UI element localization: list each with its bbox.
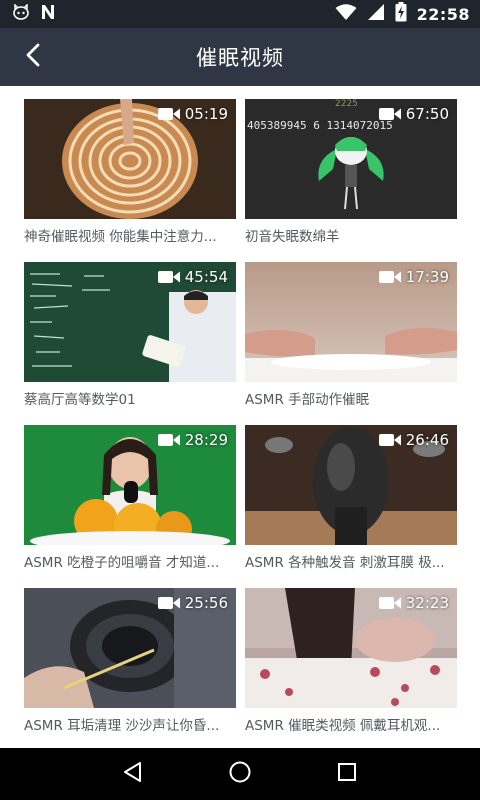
video-title: ASMR 手部动作催眠	[245, 392, 370, 408]
video-title: 初音失眠数绵羊	[245, 229, 340, 245]
wifi-icon	[335, 3, 357, 25]
duration-text: 26:46	[405, 431, 449, 449]
duration-text: 45:54	[184, 268, 228, 286]
chevron-left-icon	[24, 43, 42, 71]
back-button[interactable]	[14, 38, 52, 76]
duration-text: 05:19	[184, 105, 228, 123]
video-card[interactable]: 28:29 ASMR 吃橙子的咀嚼音 才知道...	[24, 425, 236, 585]
duration-badge: 17:39	[378, 268, 449, 286]
duration-badge: 25:56	[157, 594, 228, 612]
video-title: ASMR 催眠类视频 佩戴耳机观...	[245, 718, 441, 734]
video-thumbnail: 26:46	[245, 425, 457, 545]
video-thumbnail: 2225 405389945 6 1314072015 67:50	[245, 99, 457, 219]
video-list[interactable]: 05:19 神奇催眠视频 你能集中注意力... 2225 405389945 6…	[0, 86, 480, 748]
system-nav-bar	[0, 748, 480, 800]
video-card[interactable]: 2225 405389945 6 1314072015 67:50 初音失眠数绵…	[245, 99, 457, 259]
page-title: 催眠视频	[196, 46, 284, 70]
video-card[interactable]: 45:54 蔡高厅高等数学01	[24, 262, 236, 422]
duration-text: 25:56	[184, 594, 228, 612]
svg-text:2225: 2225	[335, 99, 358, 109]
video-camera-icon	[157, 596, 180, 610]
video-title: 蔡高厅高等数学01	[24, 392, 136, 408]
video-thumbnail: 25:56	[24, 588, 236, 708]
n-logo-icon	[40, 4, 56, 24]
video-camera-icon	[378, 270, 401, 284]
battery-charging-icon	[395, 2, 407, 26]
video-camera-icon	[378, 107, 401, 121]
signal-icon	[367, 3, 385, 25]
duration-badge: 67:50	[378, 105, 449, 123]
duration-text: 28:29	[184, 431, 228, 449]
video-thumbnail: 32:23	[245, 588, 457, 708]
video-camera-icon	[157, 107, 180, 121]
duration-badge: 26:46	[378, 431, 449, 449]
video-thumbnail: 45:54	[24, 262, 236, 382]
video-title: ASMR 吃橙子的咀嚼音 才知道...	[24, 555, 220, 571]
video-card[interactable]: 05:19 神奇催眠视频 你能集中注意力...	[24, 99, 236, 259]
duration-text: 67:50	[405, 105, 449, 123]
video-camera-icon	[378, 433, 401, 447]
nav-recents-button[interactable]	[327, 754, 367, 794]
nav-back-button[interactable]	[113, 754, 153, 794]
video-title: 神奇催眠视频 你能集中注意力...	[24, 229, 217, 245]
video-camera-icon	[157, 433, 180, 447]
cat-face-icon	[12, 3, 30, 24]
video-card[interactable]: 17:39 ASMR 手部动作催眠	[245, 262, 457, 422]
app-bar: 催眠视频	[0, 28, 480, 86]
status-bar: 22:58	[0, 0, 480, 28]
video-title: ASMR 耳垢清理 沙沙声让你昏...	[24, 718, 220, 734]
video-card[interactable]: 25:56 ASMR 耳垢清理 沙沙声让你昏...	[24, 588, 236, 748]
home-circle-icon	[228, 760, 252, 788]
video-camera-icon	[378, 596, 401, 610]
back-triangle-icon	[122, 761, 144, 787]
recents-square-icon	[337, 762, 357, 786]
duration-text: 17:39	[405, 268, 449, 286]
duration-badge: 45:54	[157, 268, 228, 286]
video-thumbnail: 05:19	[24, 99, 236, 219]
duration-badge: 28:29	[157, 431, 228, 449]
nav-home-button[interactable]	[220, 754, 260, 794]
video-thumbnail: 17:39	[245, 262, 457, 382]
video-title: ASMR 各种触发音 刺激耳膜 极...	[245, 555, 445, 571]
video-camera-icon	[157, 270, 180, 284]
video-card[interactable]: 32:23 ASMR 催眠类视频 佩戴耳机观...	[245, 588, 457, 748]
duration-badge: 32:23	[378, 594, 449, 612]
clock: 22:58	[416, 4, 470, 24]
duration-badge: 05:19	[157, 105, 228, 123]
duration-text: 32:23	[405, 594, 449, 612]
video-thumbnail: 28:29	[24, 425, 236, 545]
video-card[interactable]: 26:46 ASMR 各种触发音 刺激耳膜 极...	[245, 425, 457, 585]
